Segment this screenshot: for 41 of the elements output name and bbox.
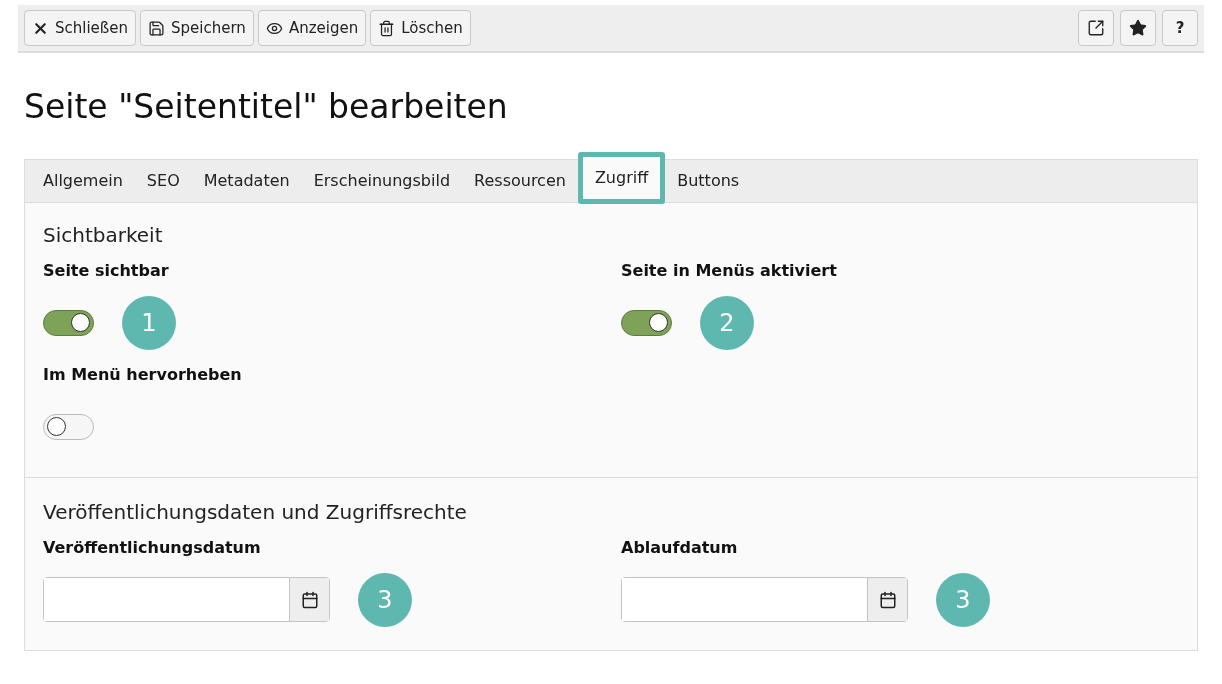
tab[interactable]: Buttons <box>665 160 752 202</box>
calendar-icon <box>878 590 897 609</box>
toolbar-button[interactable]: Schließen <box>24 10 137 46</box>
tab[interactable]: SEO <box>134 160 192 202</box>
tab[interactable]: Erscheinungsbild <box>301 160 463 202</box>
number-badge: 1 <box>122 295 176 350</box>
toolbar-button[interactable]: Speichern <box>140 10 254 46</box>
trash-icon <box>378 19 396 37</box>
number-badge: 3 <box>936 572 990 627</box>
date-field[interactable] <box>621 577 908 622</box>
field-label: Im Menü hervorheben <box>43 364 243 386</box>
external-link-icon <box>1087 19 1105 37</box>
toggle-knob <box>47 417 66 436</box>
number-badge: 2 <box>700 295 754 350</box>
toolbar-button[interactable]: Löschen <box>370 10 471 46</box>
tab[interactable]: Zugriff <box>577 152 666 204</box>
toolbar-icon-button[interactable] <box>1120 10 1156 46</box>
field-label: Seite sichtbar <box>43 260 170 282</box>
tab[interactable]: Ressourcen <box>462 160 578 202</box>
toggle-knob <box>71 313 90 332</box>
calendar-icon <box>300 590 319 609</box>
calendar-button[interactable] <box>867 578 907 621</box>
calendar-button[interactable] <box>289 578 329 621</box>
toggle-switch[interactable] <box>621 309 672 336</box>
toolbar-button[interactable]: Anzeigen <box>257 10 367 46</box>
section-title: Veröffentlichungsdaten und Zugriffsrechte <box>43 500 468 524</box>
field-label: Ablaufdatum <box>621 537 739 559</box>
toggle-switch[interactable] <box>43 309 94 336</box>
star-icon <box>1129 19 1147 37</box>
field-label: Veröffentlichungsdatum <box>43 537 262 559</box>
date-field[interactable] <box>43 577 330 622</box>
number-badge: 3 <box>358 572 412 627</box>
toolbar-icon-button[interactable]: ? <box>1162 10 1198 46</box>
tab[interactable]: Metadaten <box>191 160 302 202</box>
page-title: Seite "Seitentitel" bearbeiten <box>24 87 509 127</box>
field-label: Seite in Menüs aktiviert <box>621 260 838 282</box>
section-title: Sichtbarkeit <box>43 223 164 247</box>
toggle-switch[interactable] <box>43 413 94 440</box>
toolbar-icon-button[interactable] <box>1078 10 1114 46</box>
toggle-knob <box>649 313 668 332</box>
tab[interactable]: Allgemein <box>31 160 135 202</box>
